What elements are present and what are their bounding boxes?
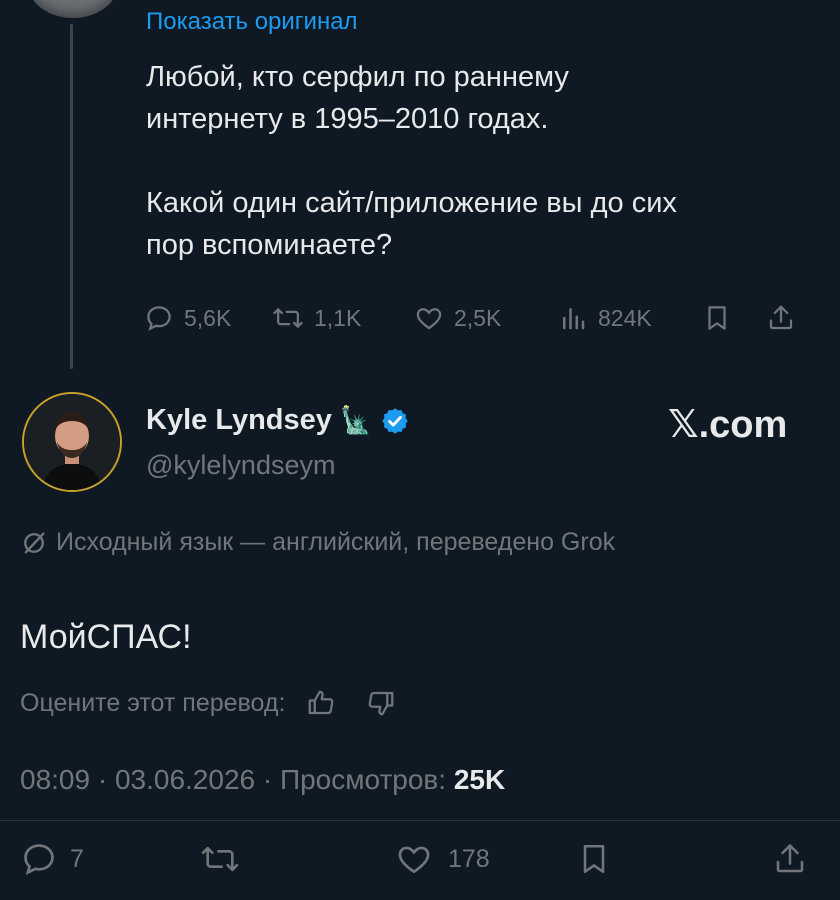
parent-avatar[interactable]	[28, 0, 118, 18]
repost-button[interactable]	[200, 840, 394, 878]
heart-icon	[416, 308, 442, 330]
translate-icon	[24, 532, 45, 553]
parent-like-button[interactable]: 2,5K	[414, 303, 558, 333]
parent-repost-count: 1,1K	[314, 304, 362, 331]
author-handle[interactable]: @kylelyndseym	[146, 450, 335, 481]
tweet-views-count[interactable]: 25K	[454, 764, 505, 795]
divider	[0, 820, 840, 821]
repost-icon	[201, 846, 239, 872]
repost-icon	[273, 308, 303, 328]
rate-prompt: Оцените этот перевод:	[20, 688, 286, 717]
parent-action-bar: 5,6K 1,1K 2,5K 824K	[144, 296, 824, 340]
parent-reply-count: 5,6K	[184, 304, 232, 331]
show-original-link[interactable]: Показать оригинал	[146, 8, 358, 36]
rate-translation: Оцените этот перевод:	[20, 688, 397, 718]
translation-note-text: Исходный язык — английский, переведено G…	[56, 528, 616, 556]
bookmark-button[interactable]	[576, 840, 772, 878]
verified-badge-icon[interactable]	[380, 406, 410, 436]
parent-like-count: 2,5K	[454, 304, 502, 331]
tweet-timestamp[interactable]: 08:09 · 03.06.2026 · Просмотров:	[20, 764, 454, 795]
bookmark-icon	[708, 306, 726, 330]
translation-note: Исходный язык — английский, переведено G…	[20, 528, 615, 557]
thumbs-up-button[interactable]	[305, 688, 337, 718]
parent-tweet-text: Любой, кто серфил по раннему интернету в…	[146, 61, 677, 261]
statue-of-liberty-emoji: 🗽	[339, 405, 373, 435]
parent-reply-button[interactable]: 5,6K	[144, 303, 272, 333]
reply-icon	[24, 844, 54, 875]
reply-icon	[147, 306, 171, 331]
bookmark-icon	[583, 844, 605, 874]
share-icon	[776, 844, 804, 873]
views-chart-icon	[563, 308, 585, 330]
share-button[interactable]	[772, 840, 808, 878]
thumbs-up-icon	[309, 690, 334, 715]
tweet-text: МойСПАС!	[20, 618, 192, 656]
parent-bookmark-button[interactable]	[702, 303, 766, 333]
tweet-action-bar: 7 178	[20, 834, 820, 884]
parent-repost-button[interactable]: 1,1K	[272, 303, 414, 333]
parent-share-button[interactable]	[766, 303, 796, 333]
author-name-row[interactable]: Kyle Lyndsey 🗽	[146, 404, 410, 437]
like-button[interactable]: 178	[394, 840, 576, 878]
x-com-watermark: 𝕏.com	[668, 404, 788, 446]
avatar-portrait-icon	[24, 394, 120, 490]
share-icon	[769, 305, 793, 330]
heart-icon	[398, 846, 430, 874]
parent-views-count: 824K	[598, 304, 652, 331]
reply-button[interactable]: 7	[20, 840, 200, 878]
reply-count: 7	[70, 844, 84, 873]
like-count: 178	[448, 844, 490, 873]
author-name[interactable]: Kyle Lyndsey	[146, 404, 332, 437]
tweet-meta: 08:09 · 03.06.2026 · Просмотров: 25K	[20, 764, 505, 796]
author-avatar[interactable]	[22, 392, 122, 492]
thumbs-down-icon	[369, 691, 394, 716]
thread-line	[70, 24, 73, 369]
parent-views-button[interactable]: 824K	[558, 303, 702, 333]
thumbs-down-button[interactable]	[365, 688, 397, 718]
